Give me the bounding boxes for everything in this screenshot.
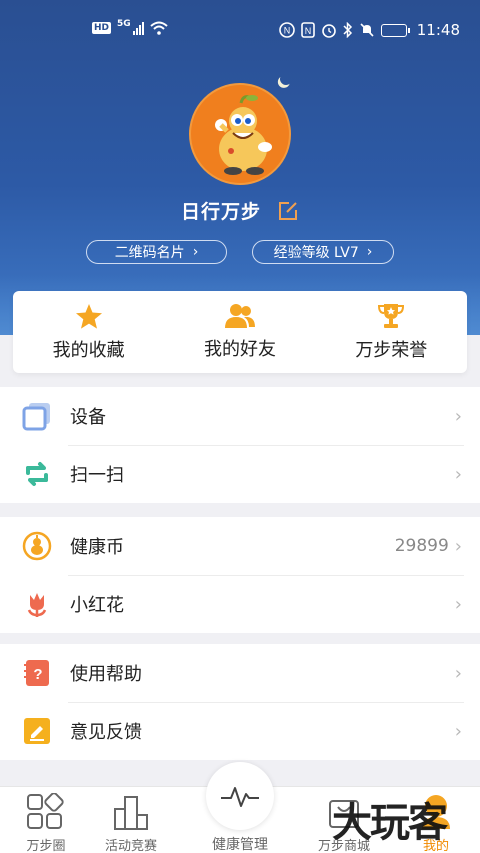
svg-text:N: N bbox=[305, 26, 312, 36]
chevron-right-icon: › bbox=[454, 463, 462, 485]
wifi-icon bbox=[150, 21, 168, 35]
mute-icon bbox=[360, 23, 374, 37]
star-icon bbox=[75, 303, 102, 329]
edit-icon[interactable] bbox=[277, 200, 299, 222]
qr-card-button[interactable]: 二维码名片 › bbox=[86, 240, 227, 264]
chevron-right-icon: › bbox=[454, 720, 462, 742]
menu-item-label: 小红花 bbox=[70, 595, 124, 616]
battery-icon bbox=[380, 23, 410, 37]
friends-icon bbox=[224, 304, 255, 328]
chevron-right-icon: › bbox=[454, 535, 462, 557]
username: 日行万步 bbox=[180, 201, 261, 223]
5g-badge: 5G bbox=[117, 19, 131, 29]
gourd-mascot-avatar bbox=[215, 95, 272, 175]
chevron-right-icon: › bbox=[454, 662, 462, 684]
nfc-icon: N bbox=[300, 22, 315, 38]
bluetooth-icon bbox=[343, 22, 352, 38]
chevron-right-icon: › bbox=[454, 593, 462, 615]
tab-wanbu-circle[interactable]: 万步圈 bbox=[0, 793, 94, 853]
username-row: 日行万步 bbox=[0, 197, 480, 224]
menu-item-label: 设备 bbox=[70, 407, 106, 428]
status-bar: HD 5G N N 11:48 bbox=[0, 0, 480, 60]
avatar[interactable] bbox=[189, 83, 291, 185]
nfc-icon: N bbox=[278, 22, 295, 38]
menu-item-device[interactable]: 设备 › bbox=[0, 387, 480, 445]
tab-label: 健康管理 bbox=[212, 837, 268, 853]
quick-action-label: 我的好友 bbox=[203, 339, 276, 360]
chevron-right-icon: › bbox=[454, 405, 462, 427]
pulse-icon bbox=[221, 787, 259, 807]
level-button[interactable]: 经验等级 LV7 › bbox=[252, 240, 394, 264]
tab-label: 万步圈 bbox=[26, 839, 66, 853]
quick-actions-card: 我的收藏 我的好友 万步荣誉 bbox=[13, 291, 467, 373]
status-time: 11:48 bbox=[416, 21, 460, 39]
watermark-logo: 大玩客 bbox=[332, 800, 448, 846]
quick-action-favorites[interactable]: 我的收藏 bbox=[13, 291, 164, 373]
signal-icon bbox=[132, 21, 144, 35]
health-coin-icon bbox=[22, 531, 52, 561]
menu-item-label: 使用帮助 bbox=[70, 664, 142, 685]
help-icon: ? bbox=[22, 658, 52, 688]
quick-action-label: 万步荣誉 bbox=[355, 340, 428, 361]
tab-competition[interactable]: 活动竞赛 bbox=[83, 793, 179, 853]
quick-action-label: 我的收藏 bbox=[52, 339, 125, 361]
menu-item-scan[interactable]: 扫一扫 › bbox=[0, 445, 480, 503]
tab-label: 活动竞赛 bbox=[104, 839, 157, 853]
menu-group-rewards: 健康币 29899 › 小红花 › bbox=[0, 517, 480, 633]
svg-text:?: ? bbox=[33, 666, 42, 683]
red-flower-icon bbox=[22, 589, 52, 619]
health-coin-balance: 29899 bbox=[394, 536, 449, 556]
menu-group-device: 设备 › 扫一扫 › bbox=[0, 387, 480, 503]
qr-card-label: 二维码名片 bbox=[114, 245, 185, 261]
chevron-right-icon: › bbox=[192, 244, 199, 260]
menu-group-support: ? 使用帮助 › 意见反馈 › bbox=[0, 644, 480, 760]
level-label: 经验等级 LV7 bbox=[273, 245, 359, 261]
svg-text:N: N bbox=[284, 26, 291, 36]
quick-action-friends[interactable]: 我的好友 bbox=[164, 291, 315, 373]
menu-item-feedback[interactable]: 意见反馈 › bbox=[0, 702, 480, 760]
menu-item-label: 扫一扫 bbox=[70, 465, 124, 486]
hd-badge: HD bbox=[92, 22, 112, 34]
alarm-icon bbox=[321, 24, 336, 38]
trophy-icon bbox=[378, 304, 405, 328]
menu-item-label: 健康币 bbox=[70, 537, 124, 558]
menu-item-help[interactable]: ? 使用帮助 › bbox=[0, 644, 480, 702]
menu-item-red-flower[interactable]: 小红花 › bbox=[0, 575, 480, 633]
menu-item-label: 意见反馈 bbox=[70, 722, 142, 743]
feedback-icon bbox=[22, 716, 52, 746]
chevron-right-icon: › bbox=[366, 244, 373, 260]
tab-health-management[interactable] bbox=[206, 762, 274, 830]
competition-icon bbox=[114, 796, 148, 830]
circle-grid-icon bbox=[27, 793, 64, 829]
quick-action-honors[interactable]: 万步荣誉 bbox=[316, 291, 467, 373]
menu-item-health-coin[interactable]: 健康币 29899 › bbox=[0, 517, 480, 575]
scan-icon bbox=[22, 459, 52, 489]
device-icon bbox=[22, 401, 52, 431]
